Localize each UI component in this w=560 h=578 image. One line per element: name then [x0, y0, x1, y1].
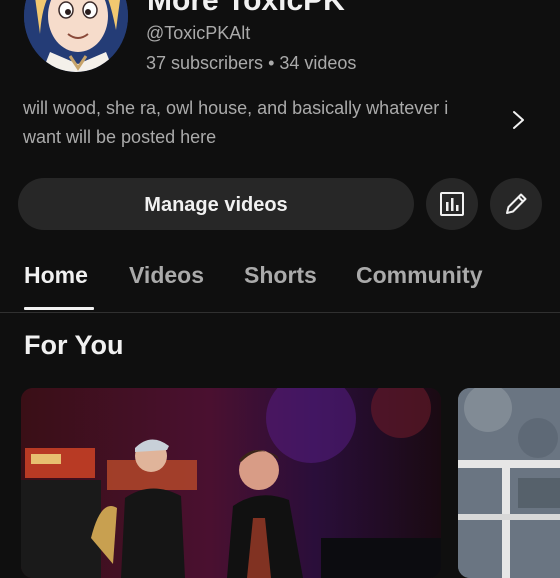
tab-home[interactable]: Home — [24, 262, 88, 289]
avatar-illustration — [24, 0, 128, 72]
chevron-right-icon[interactable] — [508, 108, 530, 132]
stats-separator: • — [268, 53, 275, 73]
video-thumbnail-image — [21, 388, 441, 578]
active-tab-indicator — [24, 307, 94, 310]
tab-videos[interactable]: Videos — [129, 262, 204, 289]
section-title: For You — [24, 330, 124, 360]
video-thumbnail[interactable] — [458, 388, 560, 578]
channel-handle: @ToxicPKAlt — [146, 23, 251, 43]
subscriber-count: 37 subscribers — [146, 53, 264, 73]
channel-avatar[interactable] — [24, 0, 128, 72]
channel-tabs: Home Videos Shorts Community — [0, 250, 560, 313]
edit-channel-button[interactable] — [490, 178, 542, 230]
tab-community[interactable]: Community — [356, 262, 483, 289]
channel-name: More ToxicPK — [147, 0, 345, 17]
tab-shorts[interactable]: Shorts — [244, 262, 317, 289]
video-thumbnail[interactable] — [21, 388, 441, 578]
channel-description[interactable]: will wood, she ra, owl house, and basica… — [23, 94, 481, 152]
channel-stats: 37 subscribers • 34 videos — [146, 53, 356, 74]
manage-videos-button[interactable]: Manage videos — [18, 178, 414, 230]
video-count: 34 videos — [279, 53, 357, 73]
video-thumbnail-image — [458, 388, 560, 578]
pencil-icon — [506, 193, 527, 214]
analytics-button[interactable] — [426, 178, 478, 230]
analytics-icon — [440, 192, 464, 216]
